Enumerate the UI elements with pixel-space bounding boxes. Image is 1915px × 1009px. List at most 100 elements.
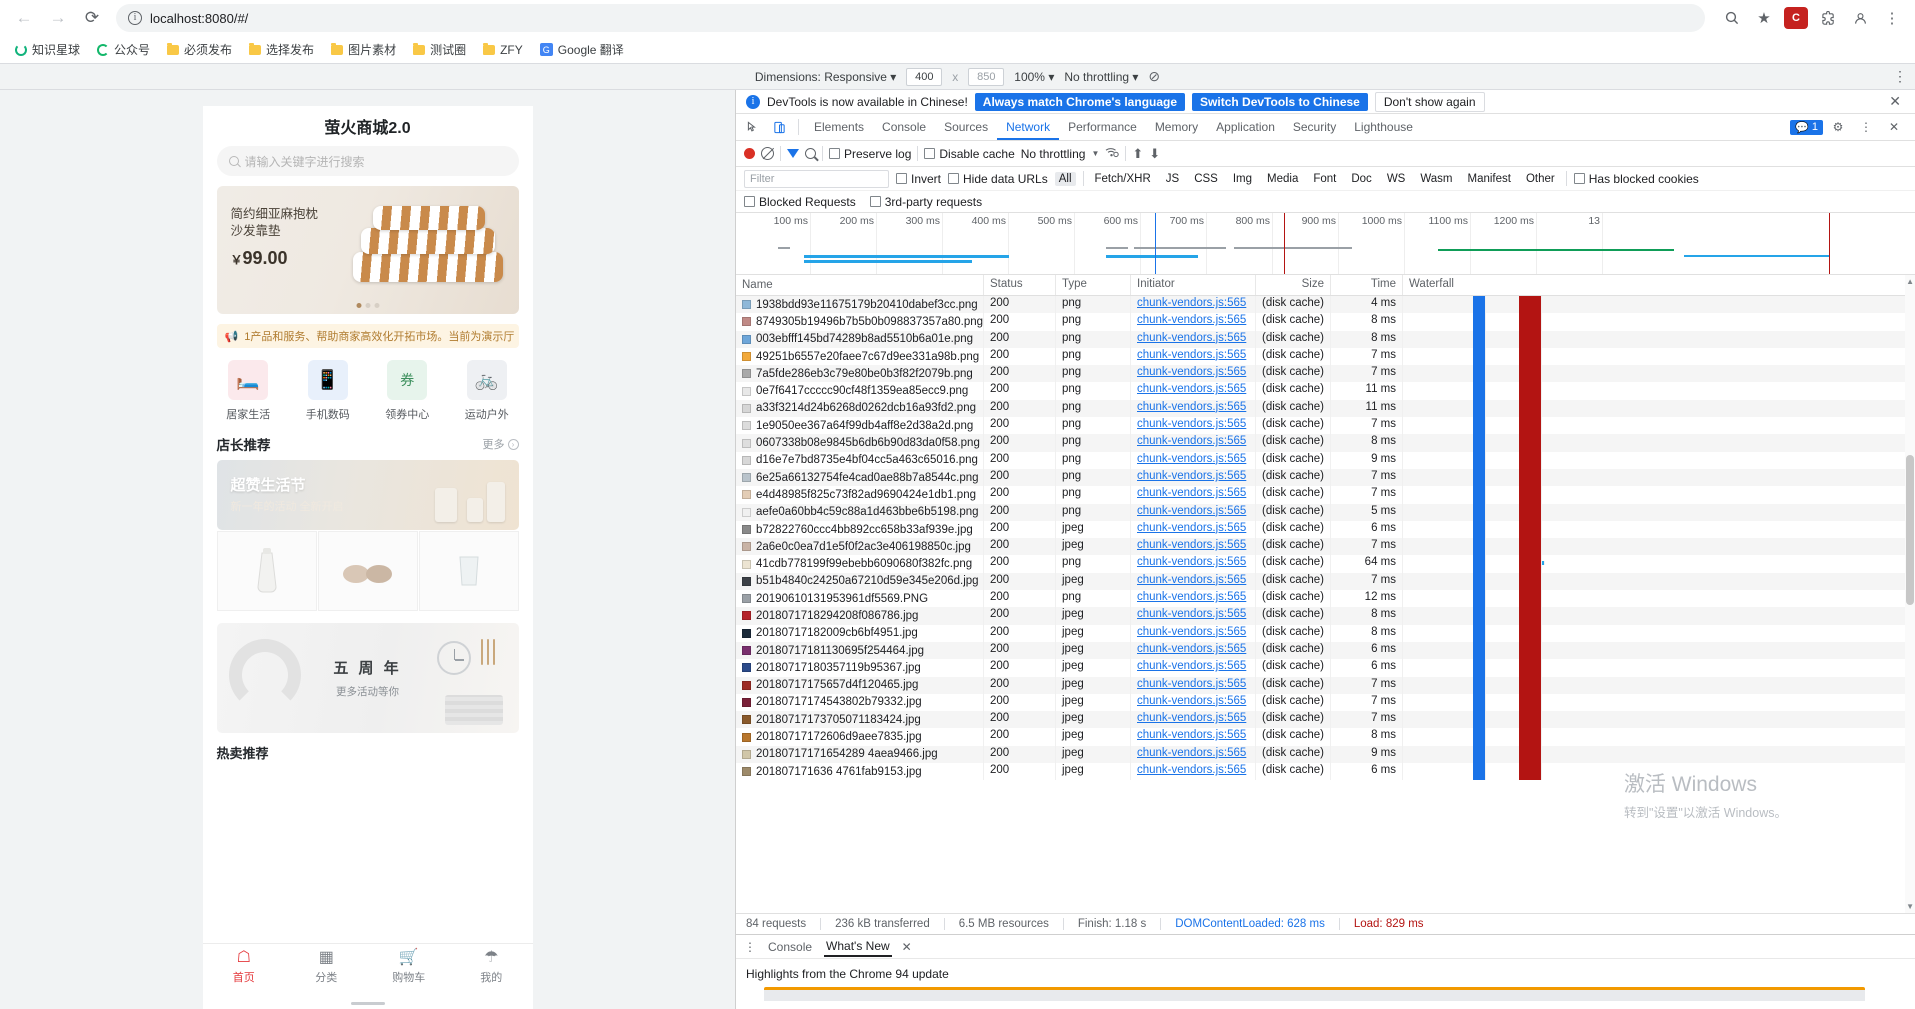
column-header-status[interactable]: Status	[984, 275, 1056, 295]
invert-checkbox[interactable]: Invert	[896, 172, 941, 186]
carousel-dots[interactable]	[356, 303, 379, 308]
column-header-type[interactable]: Type	[1056, 275, 1131, 295]
table-row[interactable]: 6e25a66132754fe4cad0ae88b7a8544c.png 200 p…	[736, 468, 1915, 487]
drawer-tab-whats-new[interactable]: What's New	[824, 937, 892, 957]
mime-filter-js[interactable]: JS	[1162, 172, 1183, 186]
clear-icon[interactable]	[761, 147, 774, 160]
bookmark-folder-zfy[interactable]: ZFY	[476, 40, 530, 60]
issues-badge[interactable]: 💬 1	[1790, 119, 1823, 135]
initiator-link[interactable]: chunk-vendors.js:565	[1137, 435, 1246, 447]
mime-filter-media[interactable]: Media	[1263, 172, 1302, 186]
checkbox-box[interactable]	[869, 196, 881, 207]
initiator-link[interactable]: chunk-vendors.js:565	[1137, 349, 1246, 361]
tab-security[interactable]: Security	[1284, 114, 1345, 140]
hero-banner[interactable]: 简约细亚麻抱枕 沙发靠垫 ￥99.00	[216, 186, 519, 314]
tab-memory[interactable]: Memory	[1146, 114, 1207, 140]
initiator-link[interactable]: chunk-vendors.js:565	[1137, 297, 1246, 309]
initiator-link[interactable]: chunk-vendors.js:565	[1137, 539, 1246, 551]
initiator-link[interactable]: chunk-vendors.js:565	[1137, 522, 1246, 534]
initiator-link[interactable]: chunk-vendors.js:565	[1137, 314, 1246, 326]
record-icon[interactable]	[744, 148, 755, 159]
column-header-initiator[interactable]: Initiator	[1131, 275, 1256, 295]
mime-filter-doc[interactable]: Doc	[1347, 172, 1375, 186]
initiator-link[interactable]: chunk-vendors.js:565	[1137, 453, 1246, 465]
table-row[interactable]: e4d48985f825c73f82ad9690424e1db1.png 200 p…	[736, 486, 1915, 504]
scrollbar-thumb[interactable]	[1906, 455, 1914, 605]
checkbox-box[interactable]	[1573, 173, 1585, 184]
anniversary-banner[interactable]: 五 周 年 更多活动等你	[216, 623, 519, 733]
initiator-link[interactable]: chunk-vendors.js:565	[1137, 332, 1246, 344]
back-icon[interactable]: ←	[10, 4, 38, 32]
table-row[interactable]: 20180717174543802b79332.jpg 200 jpeg chunk-…	[736, 693, 1915, 712]
blocked-requests-checkbox[interactable]: Blocked Requests	[744, 195, 856, 209]
import-har-icon[interactable]: ⬆	[1132, 146, 1143, 162]
column-header-name[interactable]: Name	[736, 275, 984, 295]
checkbox-box[interactable]	[924, 148, 936, 159]
checkbox-box[interactable]	[948, 173, 960, 184]
drawer-tab-console[interactable]: Console	[766, 938, 814, 956]
mime-filter-img[interactable]: Img	[1229, 172, 1256, 186]
tabbar-item-cart[interactable]: 🛒 购物车	[368, 944, 451, 991]
table-row[interactable]: 20190610131953961df5569.PNG 200 png chunk-v…	[736, 590, 1915, 608]
filter-input[interactable]: Filter	[744, 169, 889, 188]
disable-cache-checkbox[interactable]: Disable cache	[924, 147, 1015, 161]
carousel-dot[interactable]	[365, 303, 370, 308]
scroll-up-icon[interactable]: ▲	[1906, 277, 1914, 286]
table-row[interactable]: 2a6e0c0ea7d1e5f0f2ac3e406198850c.jpg 200 j…	[736, 538, 1915, 556]
always-match-language-button[interactable]: Always match Chrome's language	[974, 92, 1186, 111]
site-info-icon[interactable]: i	[128, 11, 142, 25]
product-card-kettle[interactable]	[216, 531, 317, 611]
initiator-link[interactable]: chunk-vendors.js:565	[1137, 505, 1246, 517]
table-row[interactable]: 20180717182009cb6bf4951.jpg 200 jpeg chunk-…	[736, 624, 1915, 642]
checkbox-box[interactable]	[896, 173, 907, 184]
table-row[interactable]: 20180717180357119b95367.jpg 200 jpeg chunk-…	[736, 659, 1915, 677]
device-dimensions-select[interactable]: Dimensions: Responsive ▾	[755, 70, 896, 84]
search-input[interactable]: 请输入关键字进行搜索	[216, 146, 519, 176]
initiator-link[interactable]: chunk-vendors.js:565	[1137, 574, 1246, 586]
drawer-tab-close-icon[interactable]: ✕	[902, 940, 912, 954]
tab-elements[interactable]: Elements	[805, 114, 873, 140]
mime-filter-fetch-xhr[interactable]: Fetch/XHR	[1091, 172, 1155, 186]
network-requests-table[interactable]: Name Status Type Initiator Size Time Wat…	[736, 275, 1915, 913]
mime-filter-font[interactable]: Font	[1309, 172, 1340, 186]
mime-filter-other[interactable]: Other	[1522, 172, 1559, 186]
tab-application[interactable]: Application	[1207, 114, 1284, 140]
column-header-size[interactable]: Size	[1256, 275, 1331, 295]
gear-icon[interactable]: ⚙	[1825, 115, 1851, 139]
initiator-link[interactable]: chunk-vendors.js:565	[1137, 678, 1246, 690]
product-card-slippers[interactable]	[317, 531, 418, 611]
throttling-select[interactable]: No throttling	[1021, 147, 1086, 161]
table-row[interactable]: 1938bdd93e11675179b20410dabef3cc.png 200 p…	[736, 296, 1915, 314]
forward-icon[interactable]: →	[44, 4, 72, 32]
table-row[interactable]: 201807171636 4761fab9153.jpg 200 jpeg chunk…	[736, 763, 1915, 781]
initiator-link[interactable]: chunk-vendors.js:565	[1137, 695, 1246, 707]
bookmark-item-google-translate[interactable]: G Google 翻译	[533, 38, 631, 61]
scroll-down-icon[interactable]: ▼	[1906, 902, 1914, 911]
device-width-input[interactable]: 400	[906, 67, 943, 86]
table-row[interactable]: 49251b6557e20faee7c67d9ee331a98b.png 200 p…	[736, 347, 1915, 366]
zoom-search-icon[interactable]	[1719, 5, 1745, 31]
mime-filter-wasm[interactable]: Wasm	[1416, 172, 1456, 186]
device-height-input[interactable]: 850	[968, 67, 1005, 86]
table-row[interactable]: d16e7e7bd8735e4bf04cc5a463c65016.png 200 p…	[736, 451, 1915, 469]
initiator-link[interactable]: chunk-vendors.js:565	[1137, 660, 1246, 672]
initiator-link[interactable]: chunk-vendors.js:565	[1137, 626, 1246, 638]
initiator-link[interactable]: chunk-vendors.js:565	[1137, 608, 1246, 620]
table-row[interactable]: 0607338b08e9845b6db6b90d83da0f58.png 200 p…	[736, 434, 1915, 452]
table-row[interactable]: b72822760ccc4bb892cc658b33af939e.jpg 200 j…	[736, 520, 1915, 539]
bookmark-folder-xuanzefabu[interactable]: 选择发布	[242, 38, 321, 61]
column-header-waterfall[interactable]: Waterfall	[1403, 275, 1915, 295]
table-row[interactable]: a33f3214d24b6268d0262dcb16a93fd2.png 200 p…	[736, 399, 1915, 418]
category-item-home[interactable]: 🛏️ 居家生活	[209, 360, 289, 422]
tabbar-item-profile[interactable]: ☂ 我的	[450, 944, 533, 991]
export-har-icon[interactable]: ⬇	[1149, 146, 1160, 162]
category-item-digital[interactable]: 📱 手机数码	[288, 360, 368, 422]
mime-filter-ws[interactable]: WS	[1383, 172, 1410, 186]
bookmark-item-zhishixingqiu[interactable]: 知识星球	[8, 38, 87, 61]
table-row[interactable]: 7a5fde286eb3c79e80be0b3f82f2079b.png 200 p…	[736, 365, 1915, 383]
table-row[interactable]: 41cdb778199f99ebebb6090680f382fc.png 200 p…	[736, 555, 1915, 573]
profile-badge[interactable]: C	[1783, 5, 1809, 31]
tab-sources[interactable]: Sources	[935, 114, 997, 140]
bookmark-item-gongzhonghao[interactable]: 公众号	[90, 38, 157, 61]
devtools-menu-icon[interactable]: ⋮	[1853, 115, 1879, 139]
